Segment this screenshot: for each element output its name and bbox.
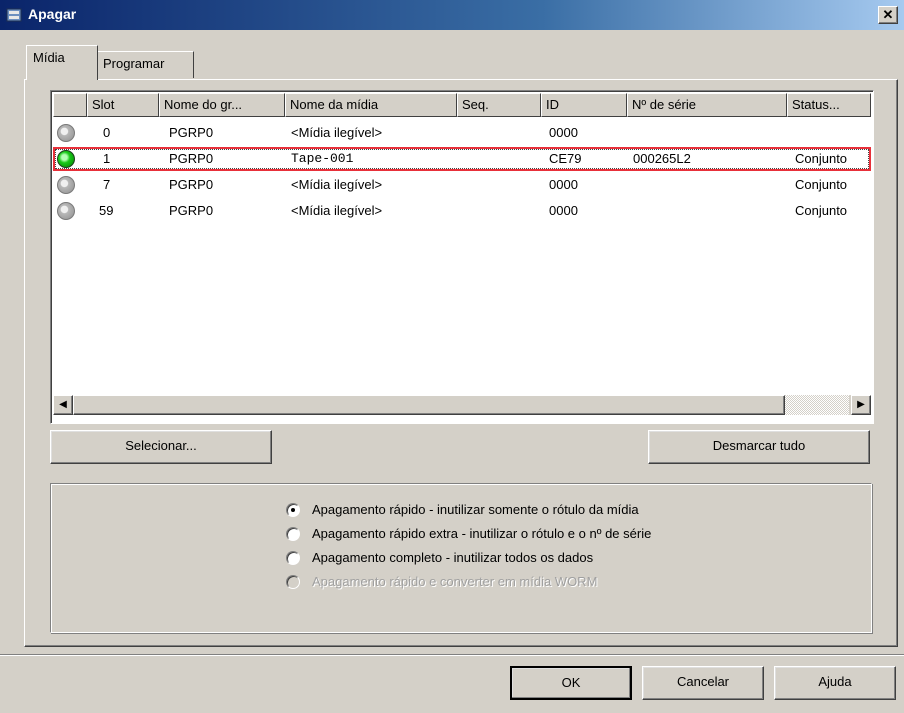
table-row[interactable]: 0 PGRP0 <Mídia ilegível> 0000: [53, 121, 871, 145]
column-header-id[interactable]: ID: [541, 93, 627, 117]
tab-programar[interactable]: Programar: [96, 51, 194, 78]
radio-full-erase[interactable]: [286, 551, 300, 565]
cell-serial: 000265L2: [633, 151, 691, 166]
horizontal-scrollbar[interactable]: ◀ ▶: [53, 395, 871, 415]
cell-status: Conjunto: [795, 151, 848, 166]
quick-erase-label: Apagamento rápido - inutilizar somente o…: [312, 502, 639, 517]
scroll-thumb[interactable]: [73, 395, 785, 415]
help-button[interactable]: Ajuda: [774, 666, 896, 700]
deselect-all-button[interactable]: Desmarcar tudo: [648, 430, 870, 464]
cell-slot: 7: [103, 177, 111, 192]
cell-id: 0000: [549, 125, 578, 140]
footer-divider: [0, 654, 904, 656]
cell-slot: 1: [103, 151, 111, 166]
cell-media-name: <Mídia ilegível>: [291, 125, 383, 140]
window-title: Apagar: [28, 6, 77, 22]
cell-media-name: <Mídia ilegível>: [291, 203, 383, 218]
cell-media-name: Tape-001: [291, 151, 354, 166]
column-header-media-name[interactable]: Nome da mídia: [285, 93, 457, 117]
radio-quick-erase-extra[interactable]: [286, 527, 300, 541]
quick-erase-extra-label: Apagamento rápido extra - inutilizar o r…: [312, 526, 652, 541]
cell-status: Conjunto: [795, 177, 848, 192]
column-header-seq[interactable]: Seq.: [457, 93, 541, 117]
status-gray-icon: [57, 176, 75, 194]
cell-slot: 59: [99, 203, 114, 218]
cell-group: PGRP0: [169, 203, 214, 218]
tab-label: Programar: [103, 56, 165, 71]
select-button[interactable]: Selecionar...: [50, 430, 272, 464]
help-button-label: Ajuda: [818, 674, 852, 689]
status-gray-icon: [57, 124, 75, 142]
tab-midia[interactable]: Mídia: [26, 45, 98, 80]
scroll-right-arrow-icon[interactable]: ▶: [851, 395, 871, 415]
full-erase-label: Apagamento completo - inutilizar todos o…: [312, 550, 594, 565]
cancel-button[interactable]: Cancelar: [642, 666, 764, 700]
table-row[interactable]: 7 PGRP0 <Mídia ilegível> 0000 Conjunto: [53, 173, 871, 197]
worm-erase-label: Apagamento rápido e converter em mídia W…: [312, 574, 598, 589]
deselect-all-button-label: Desmarcar tudo: [712, 438, 806, 453]
status-gray-icon: [57, 202, 75, 220]
cell-id: 0000: [549, 177, 578, 192]
cell-group: PGRP0: [169, 177, 214, 192]
media-list[interactable]: Slot Nome do gr... Nome da mídia Seq. ID…: [50, 90, 874, 424]
column-header-status[interactable]: [53, 93, 87, 117]
ok-button[interactable]: OK: [510, 666, 632, 700]
column-header-serial[interactable]: Nº de série: [627, 93, 787, 117]
cell-id: 0000: [549, 203, 578, 218]
radio-quick-erase[interactable]: [286, 503, 300, 517]
cancel-button-label: Cancelar: [676, 674, 730, 689]
cell-status: Conjunto: [795, 203, 848, 218]
title-bar: Apagar ✕: [0, 0, 904, 30]
status-green-icon: [57, 150, 75, 168]
column-header-status-text[interactable]: Status...: [787, 93, 871, 117]
close-button[interactable]: ✕: [878, 6, 898, 24]
app-icon: [6, 8, 22, 22]
column-header-slot[interactable]: Slot: [87, 93, 159, 117]
cell-group: PGRP0: [169, 151, 214, 166]
cell-media-name: <Mídia ilegível>: [291, 177, 383, 192]
tab-label: Mídia: [33, 50, 65, 65]
column-header-group[interactable]: Nome do gr...: [159, 93, 285, 117]
cell-id: CE79: [549, 151, 582, 166]
cell-slot: 0: [103, 125, 111, 140]
table-row-selected[interactable]: 1 PGRP0 Tape-001 CE79 000265L2 Conjunto: [53, 147, 871, 171]
radio-worm-erase: [286, 575, 300, 589]
table-row[interactable]: 59 PGRP0 <Mídia ilegível> 0000 Conjunto: [53, 199, 871, 223]
select-button-label: Selecionar...: [125, 438, 197, 453]
scroll-left-arrow-icon[interactable]: ◀: [53, 395, 73, 415]
cell-group: PGRP0: [169, 125, 214, 140]
ok-button-label: OK: [561, 675, 581, 690]
